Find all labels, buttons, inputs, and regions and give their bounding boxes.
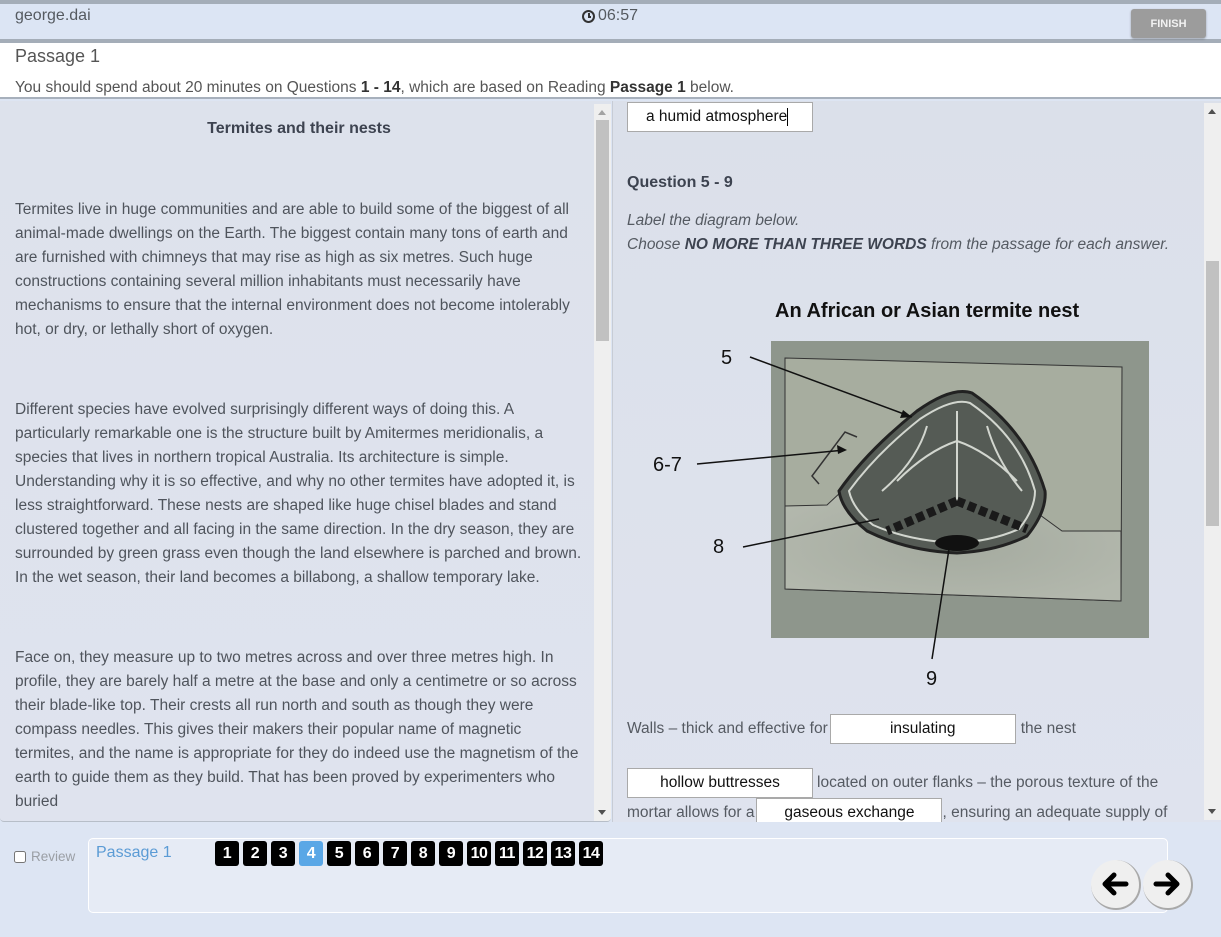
diagram-label-8: 8 (713, 536, 725, 558)
nest-base (935, 535, 979, 551)
question-number-button[interactable]: 14 (579, 841, 603, 866)
page-title: Passage 1 (15, 46, 101, 66)
passage-heading: Termites and their nests (207, 120, 391, 137)
question-number-button[interactable]: 13 (551, 841, 575, 866)
sentence-text: , ensuring an adequate supply of (942, 804, 1168, 821)
text-cursor (787, 107, 789, 126)
answer-value: a humid atmosphere (646, 108, 788, 125)
passage-pane[interactable]: Termites and their nests Termites live i… (0, 101, 611, 822)
scroll-down-icon[interactable] (1208, 809, 1216, 814)
passage-paragraph: Different species have evolved surprisin… (15, 401, 582, 586)
fill-line-walls: Walls – thick and effective for insulati… (627, 714, 1076, 744)
sentence-text: located on outer flanks – the porous tex… (817, 774, 1159, 791)
question-number-button[interactable]: 2 (243, 841, 267, 866)
question-number-button[interactable]: 8 (411, 841, 435, 866)
sentence-text: Walls – thick and effective for (627, 720, 828, 737)
instruction-emphasis: NO MORE THAN THREE WORDS (684, 236, 927, 253)
scroll-down-icon[interactable] (598, 810, 606, 815)
fill-line-buttresses: hollow buttresses located on outer flank… (627, 768, 1158, 798)
question-number-button[interactable]: 12 (523, 841, 547, 866)
questions-scrollbar[interactable] (1204, 103, 1221, 820)
instructions-text: below. (685, 79, 734, 96)
scrollbar-thumb[interactable] (1206, 261, 1219, 526)
instructions-range: 1 - 14 (360, 79, 401, 96)
question-number-list: 1 2 3 4 5 6 7 8 9 10 11 12 13 14 (215, 841, 603, 866)
question-group-heading: Question 5 - 9 (627, 174, 733, 191)
next-button[interactable] (1143, 860, 1193, 910)
question-number-button[interactable]: 9 (439, 841, 463, 866)
review-toggle[interactable]: Review (14, 849, 75, 864)
previous-button[interactable] (1091, 860, 1141, 910)
question-number-button[interactable]: 7 (383, 841, 407, 866)
scroll-up-icon[interactable] (1208, 109, 1216, 114)
question-number-button[interactable]: 11 (495, 841, 519, 866)
review-label: Review (31, 849, 76, 864)
instruction-line: Label the diagram below. (627, 212, 800, 229)
instructions-text: You should spend about 20 minutes on Que… (15, 79, 361, 96)
passage-paragraph: Termites live in huge communities and ar… (15, 201, 570, 338)
timer: 06:57 (582, 7, 638, 25)
question-number-button[interactable]: 1 (215, 841, 239, 866)
instructions-passage: Passage 1 (609, 79, 686, 96)
diagram-image (696, 341, 1149, 660)
arrow-left-icon (1102, 872, 1129, 896)
clock-icon (582, 9, 595, 23)
sentence-text: the nest (1020, 720, 1076, 737)
passage-instructions: You should spend about 20 minutes on Que… (15, 79, 734, 97)
passage-content: Termites and their nests Termites live i… (15, 101, 583, 821)
answer-input-q4[interactable]: a humid atmosphere (627, 102, 813, 132)
termite-nest-diagram: 5 6-7 8 9 (627, 331, 1187, 691)
question-number-button[interactable]: 10 (467, 841, 491, 866)
question-number-button[interactable]: 6 (355, 841, 379, 866)
top-bar: george.dai 06:57 FINISH (0, 0, 1221, 43)
diagram-label-6-7: 6-7 (653, 454, 682, 476)
fill-line-mortar: mortar allows for a gaseous exchange , e… (627, 798, 1167, 822)
instructions-text: , which are based on Reading (400, 79, 610, 96)
review-checkbox[interactable] (14, 850, 26, 863)
scrollbar-thumb[interactable] (596, 120, 609, 341)
instruction-line: Choose NO MORE THAN THREE WORDS from the… (627, 233, 1169, 257)
answer-input-q7[interactable]: gaseous exchange (756, 798, 943, 822)
username: george.dai (15, 7, 91, 24)
question-instructions: Label the diagram below. Choose NO MORE … (627, 209, 1169, 257)
arrow-right-icon (1153, 872, 1180, 896)
question-number-button[interactable]: 5 (327, 841, 351, 866)
answer-input-q5[interactable]: insulating (829, 714, 1016, 744)
nav-passage-link[interactable]: Passage 1 (96, 844, 172, 862)
finish-button[interactable]: FINISH (1131, 9, 1206, 38)
timer-value: 06:57 (598, 7, 639, 24)
diagram-label-9: 9 (926, 668, 938, 690)
question-number-button[interactable]: 3 (271, 841, 295, 866)
answer-input-q6[interactable]: hollow buttresses (627, 768, 813, 798)
scroll-up-icon[interactable] (598, 110, 606, 115)
diagram-label-5: 5 (721, 347, 733, 369)
sentence-text: mortar allows for a (627, 804, 755, 821)
diagram-title: An African or Asian termite nest (775, 300, 1080, 322)
question-number-button[interactable]: 4 (299, 841, 323, 866)
instruction-text: from the passage for each answer. (926, 236, 1170, 253)
passage-header: Passage 1 You should spend about 20 minu… (0, 43, 1221, 99)
questions-pane[interactable]: a humid atmosphere Question 5 - 9 Label … (612, 101, 1221, 822)
instruction-text: Choose (627, 236, 685, 253)
passage-paragraph: Face on, they measure up to two metres a… (15, 649, 579, 810)
question-navigator: Passage 1 1 2 3 4 5 6 7 8 9 10 11 12 13 14 (88, 838, 1168, 913)
passage-scrollbar[interactable] (594, 104, 611, 821)
